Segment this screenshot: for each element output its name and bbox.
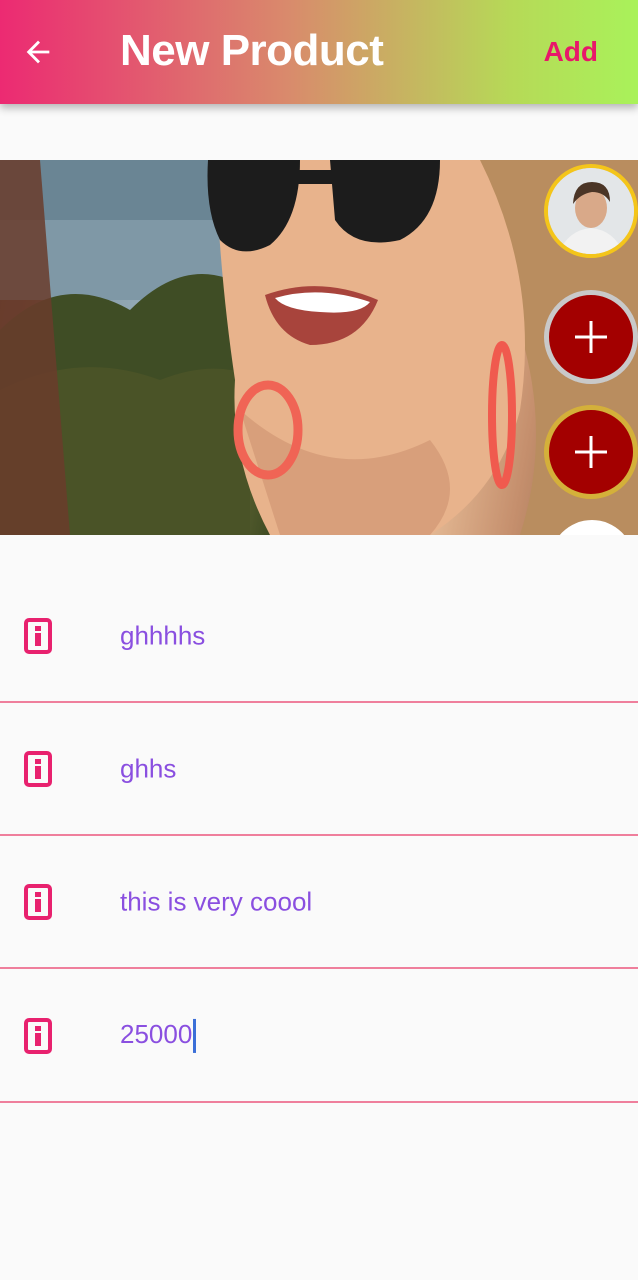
back-button[interactable] (14, 28, 62, 76)
text-cursor (193, 1018, 197, 1053)
form-field-name[interactable]: ghhhhs (0, 570, 638, 703)
form-field-2[interactable]: ghhs (0, 703, 638, 836)
plus-icon (575, 321, 607, 353)
field-value[interactable]: ghhhhs (120, 620, 205, 651)
info-icon (24, 750, 52, 787)
plus-icon (575, 436, 607, 468)
field-value: 25000 (120, 1018, 193, 1049)
info-icon (24, 1017, 52, 1054)
app-bar: New Product Add (0, 0, 638, 104)
product-image[interactable] (0, 160, 638, 535)
price-input[interactable]: 25000 (120, 1018, 197, 1053)
field-value[interactable]: this is very coool (120, 886, 312, 917)
info-icon (24, 883, 52, 920)
partial-action-button[interactable] (540, 520, 638, 535)
info-icon (24, 617, 52, 654)
field-value[interactable]: ghhs (120, 753, 176, 784)
arrow-left-icon (26, 40, 50, 64)
add-image-button-1[interactable] (544, 290, 638, 384)
page-title: New Product (120, 26, 384, 75)
add-image-button-2[interactable] (544, 405, 638, 499)
user-avatar-button[interactable] (544, 164, 638, 258)
form-field-price[interactable]: 25000 (0, 970, 638, 1103)
form-field-description[interactable]: this is very coool (0, 836, 638, 969)
add-button[interactable]: Add (544, 36, 598, 68)
user-avatar-icon (548, 168, 634, 254)
